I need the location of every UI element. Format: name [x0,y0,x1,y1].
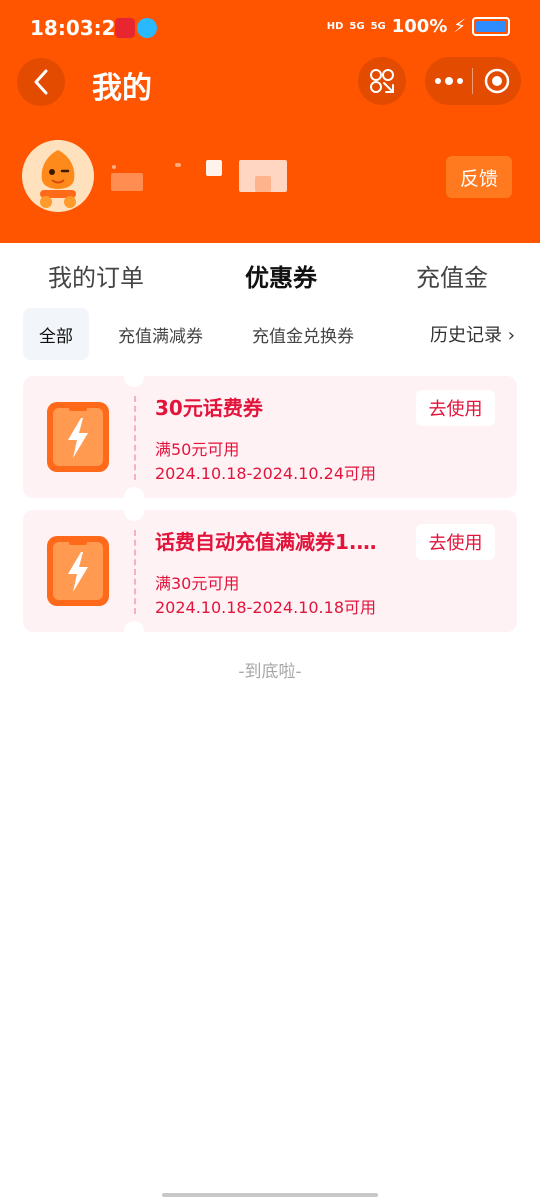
home-indicator[interactable] [162,1193,378,1197]
signal-1: 5G [349,20,365,32]
mascot-avatar-image [22,140,94,212]
use-coupon-button[interactable]: 去使用 [416,390,495,426]
page-title: 我的 [92,71,152,106]
scan-button[interactable] [358,57,406,105]
card-divider [134,396,136,480]
tab-coupons[interactable]: 优惠券 [245,258,317,293]
more-button[interactable] [425,57,472,105]
end-of-list-text: -到底啦- [238,662,302,682]
card-notch [124,621,144,641]
battery-percent: 100% [391,16,448,37]
card-notch [124,367,144,387]
filter-recharge-gold-exchange[interactable]: 充值金兑换券 [252,308,354,360]
filter-all[interactable]: 全部 [23,308,89,360]
tab-bar: 我的订单 优惠券 充值金 [0,243,540,305]
coupon-card: 话费自动充值满减券1.… 满30元可用 2024.10.18-2024.10.1… [23,501,517,641]
more-icon [434,77,463,85]
coupon-phone-icon [45,534,111,608]
bell-notification-icon [137,18,157,38]
card-divider [134,530,136,614]
charging-icon: ⚡ [453,16,466,37]
history-link[interactable]: 历史记录 › [430,308,515,360]
mini-program-capsule [425,57,521,105]
tab-recharge-gold[interactable]: 充值金 [416,258,488,293]
scan-icon [370,69,394,93]
close-mini-program-button[interactable] [473,57,521,105]
lightning-icon [47,536,109,606]
avatar[interactable] [22,140,94,212]
filter-bar: 全部 充值满减券 充值金兑换券 历史记录 › [0,308,540,362]
back-icon [34,69,48,95]
coupon-condition: 满50元可用 [155,440,240,459]
coupon-validity: 2024.10.18-2024.10.18可用 [155,598,376,617]
battery-icon [472,17,510,36]
feedback-button[interactable]: 反馈 [446,156,512,198]
filter-recharge-discount[interactable]: 充值满减券 [118,308,203,360]
hd-indicator: HD [326,20,344,32]
coupon-validity: 2024.10.18-2024.10.24可用 [155,464,376,483]
coupon-phone-icon [45,400,111,474]
card-notch [124,501,144,521]
use-coupon-button[interactable]: 去使用 [416,524,495,560]
signal-2: 5G [370,20,386,32]
profile-header: 18:03:20 HD 5G 5G 100% ⚡ 我的 反馈 [0,0,540,243]
app-notification-icon [115,18,135,38]
target-icon [484,68,510,94]
status-bar: 18:03:20 HD 5G 5G 100% ⚡ [0,0,540,56]
coupon-title: 30元话费券 [155,396,263,420]
tab-orders[interactable]: 我的订单 [48,258,144,293]
coupon-title: 话费自动充值满减券1.… [155,530,377,554]
back-button[interactable] [17,58,65,106]
lightning-icon [47,402,109,472]
coupon-card: 30元话费券 满50元可用 2024.10.18-2024.10.24可用 去使… [23,367,517,507]
coupon-condition: 满30元可用 [155,574,240,593]
status-right: HD 5G 5G 100% ⚡ [327,16,510,37]
